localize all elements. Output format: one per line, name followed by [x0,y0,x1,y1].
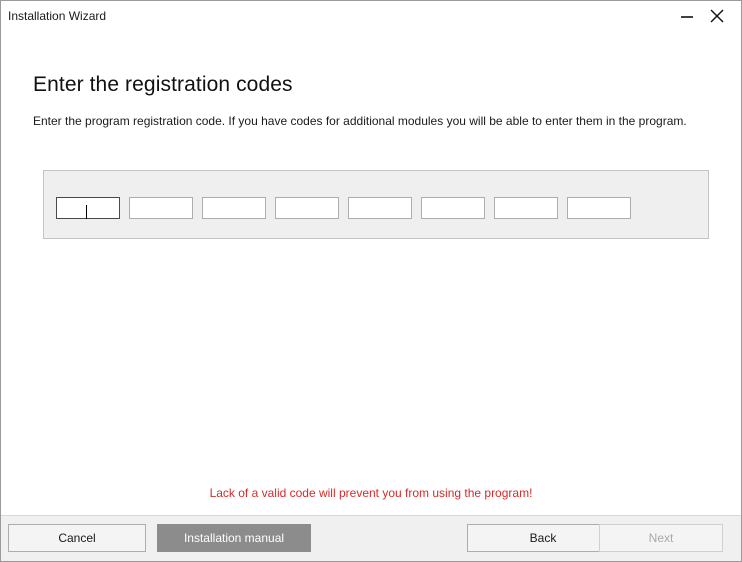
registration-code-panel [43,170,709,239]
close-icon [710,9,724,23]
minimize-icon [681,16,693,18]
title-bar: Installation Wizard [1,1,741,31]
minimize-button[interactable] [675,5,699,27]
code-field-1[interactable] [56,197,120,219]
code-field-7[interactable] [494,197,558,219]
code-field-4[interactable] [275,197,339,219]
installation-wizard-window: Installation Wizard Enter the registrati… [0,0,742,562]
back-button[interactable]: Back [467,524,619,552]
window-title: Installation Wizard [8,9,107,23]
page-description: Enter the program registration code. If … [33,114,687,128]
installation-manual-button[interactable]: Installation manual [157,524,311,552]
code-field-6[interactable] [421,197,485,219]
code-field-3[interactable] [202,197,266,219]
page-title: Enter the registration codes [33,73,293,96]
button-bar: Cancel Installation manual Back Next [1,515,741,561]
code-field-5[interactable] [348,197,412,219]
close-button[interactable] [705,5,729,27]
code-field-8[interactable] [567,197,631,219]
next-button: Next [599,524,723,552]
code-field-2[interactable] [129,197,193,219]
invalid-code-warning: Lack of a valid code will prevent you fr… [209,486,533,500]
cancel-button[interactable]: Cancel [8,524,146,552]
